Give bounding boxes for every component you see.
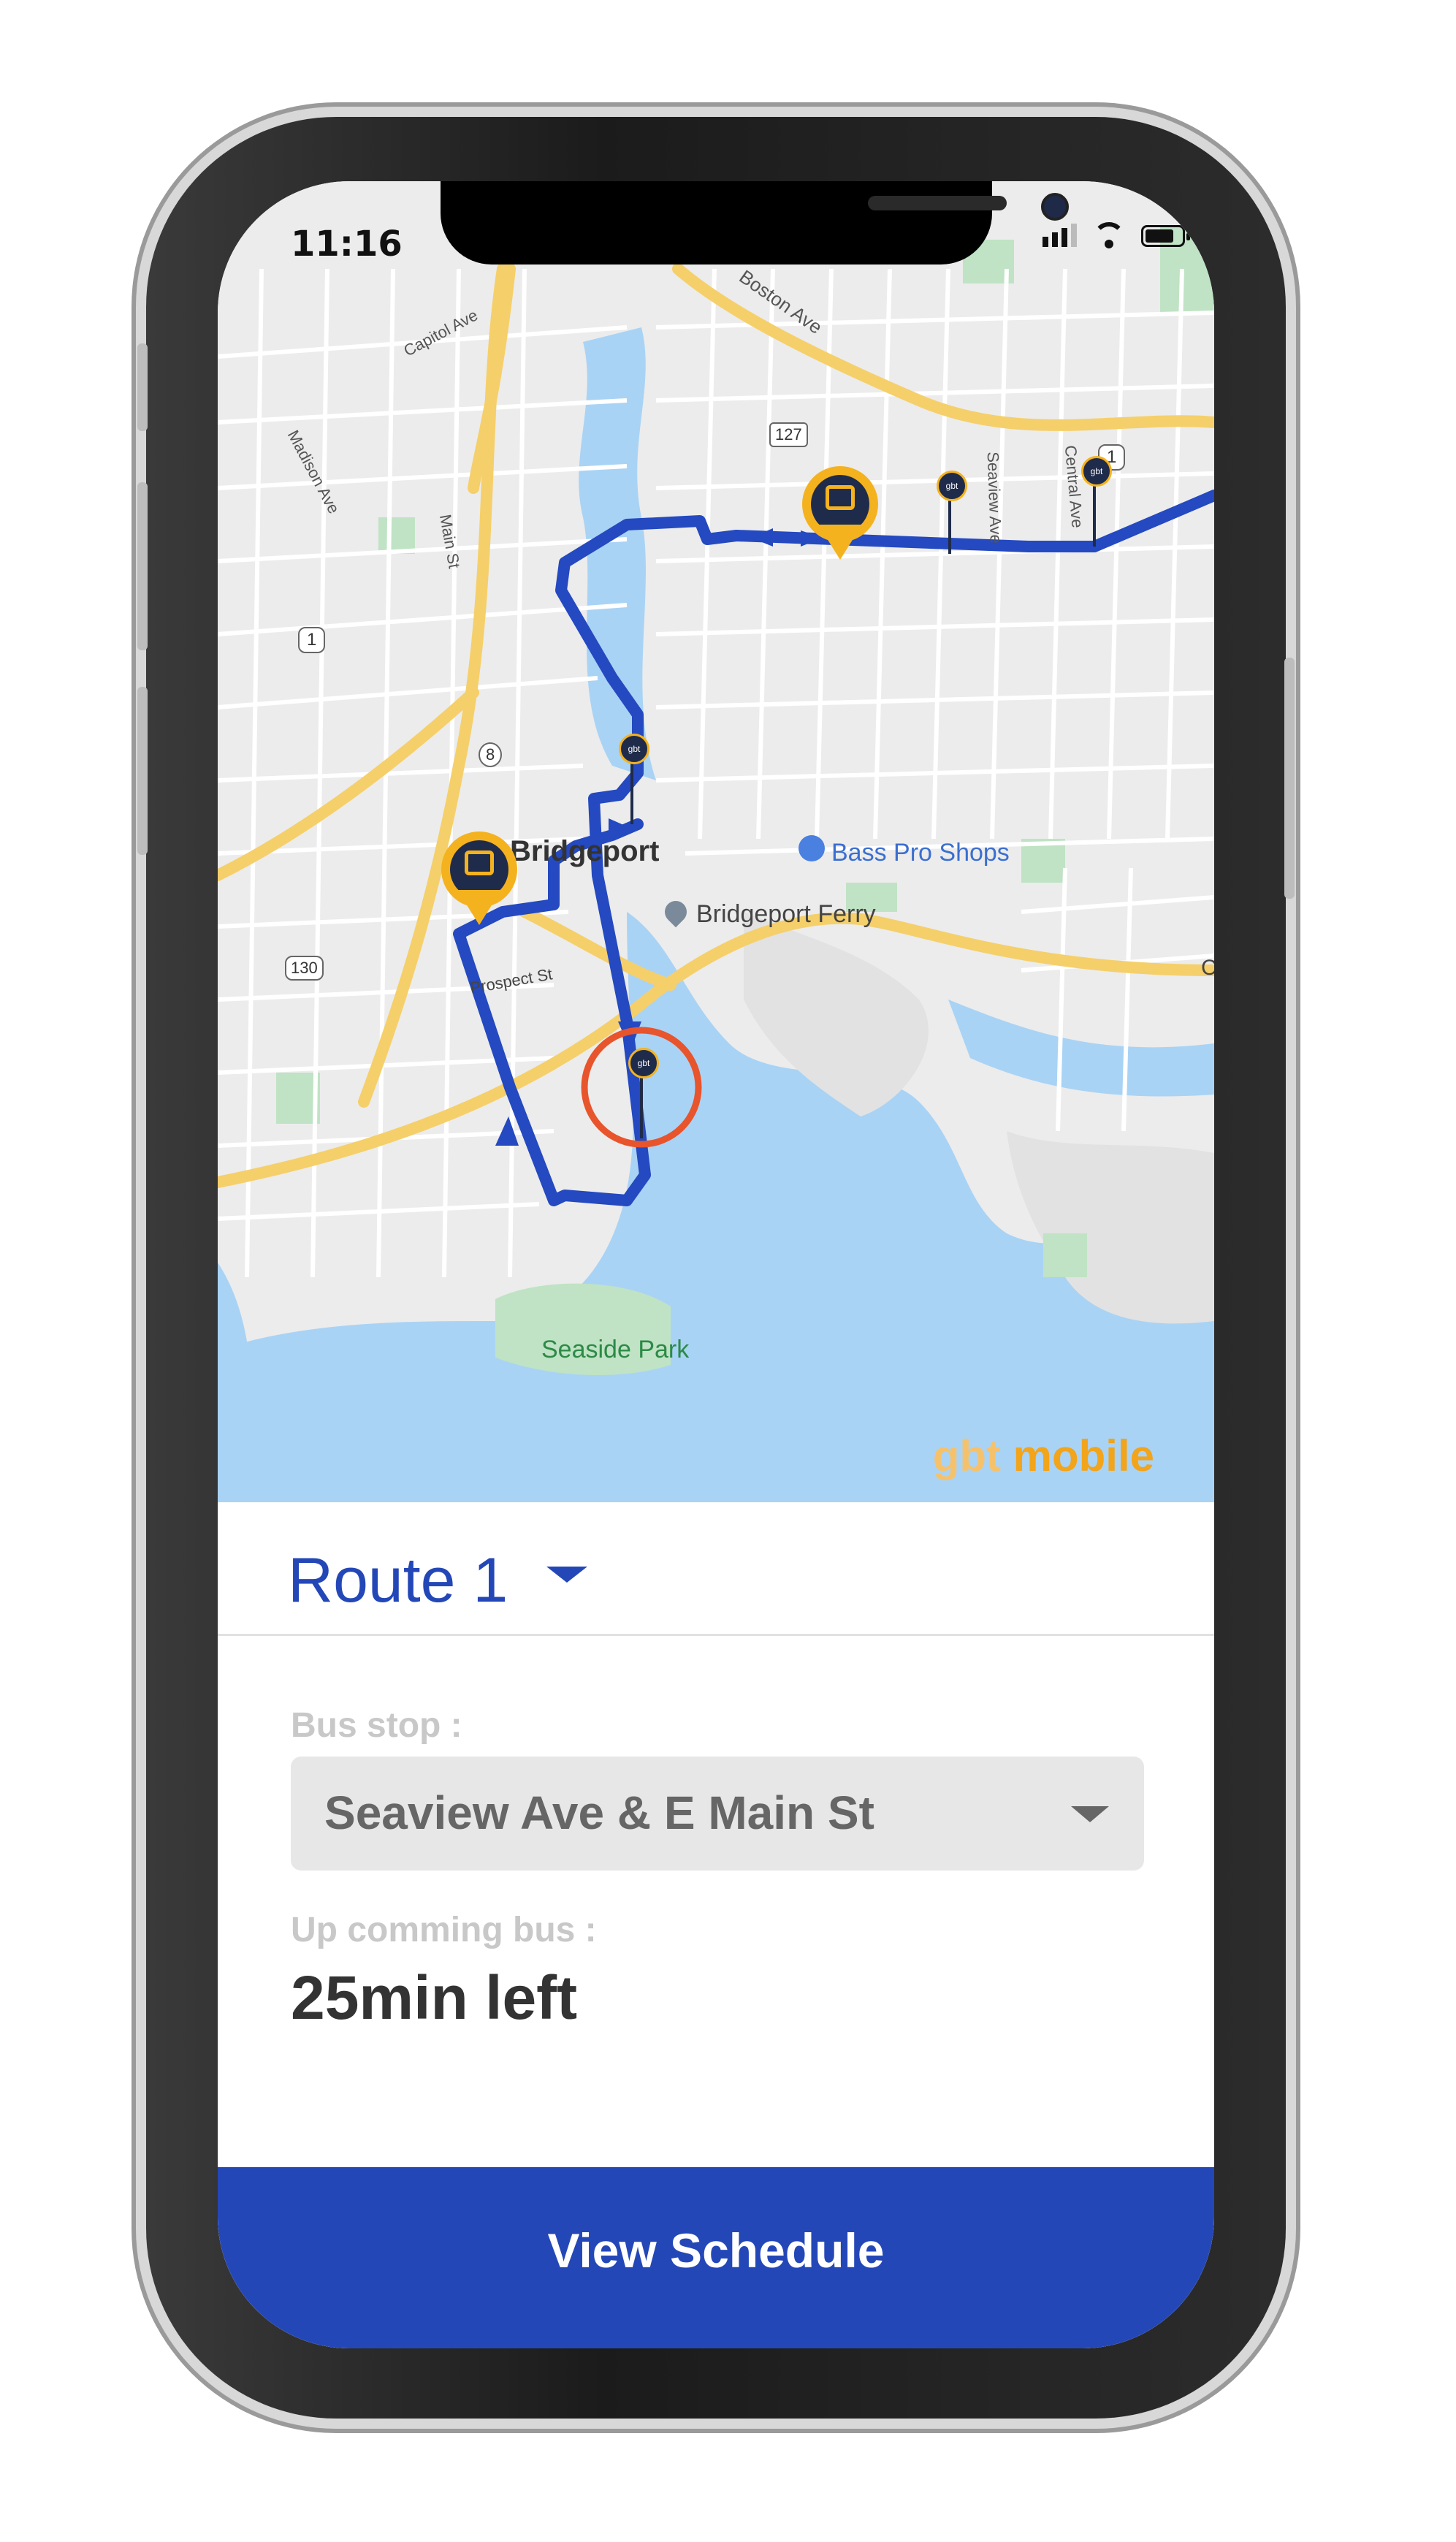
- status-bar: 11:16: [218, 181, 1214, 269]
- divider: [218, 1634, 1214, 1636]
- stop-marker-icon-selected[interactable]: gbt: [628, 1048, 659, 1138]
- map-label-seaview-ave: Seaview Ave: [983, 451, 1005, 544]
- map-label-edge-c: C: [1201, 956, 1214, 980]
- stop-marker-icon[interactable]: gbt: [1081, 456, 1112, 547]
- route-shield-8: 8: [479, 742, 503, 767]
- map-label-bridgeport: Bridgeport: [510, 835, 660, 867]
- wifi-icon: [1093, 222, 1125, 248]
- side-button-silent: [137, 343, 148, 431]
- bus-pin-icon[interactable]: [441, 832, 517, 925]
- stop-marker-label: gbt: [937, 471, 967, 501]
- bus-stop-value: Seaview Ave & E Main St: [324, 1786, 874, 1839]
- status-icons: [1043, 222, 1190, 248]
- route-shield-130: 130: [285, 956, 324, 981]
- stop-marker-icon[interactable]: gbt: [619, 734, 649, 824]
- map-label-seaside-park: Seaside Park: [541, 1336, 690, 1363]
- map-label-bass-pro-shops: Bass Pro Shops: [831, 839, 1010, 867]
- view-schedule-button[interactable]: View Schedule: [218, 2167, 1214, 2348]
- battery-icon: [1141, 225, 1190, 247]
- route-panel: Route 1 Bus stop : Seaview Ave & E Main …: [218, 1502, 1214, 2348]
- map-label-bridgeport-ferry: Bridgeport Ferry: [696, 900, 876, 928]
- front-camera-icon: [1041, 193, 1069, 221]
- bus-stop-label: Bus stop :: [291, 1706, 462, 1745]
- shopping-bag-icon: [798, 835, 825, 861]
- side-button-volume-down: [137, 687, 148, 855]
- route-shield-1-west: 1: [298, 627, 326, 653]
- brand-logo: gbt mobile: [933, 1431, 1154, 1481]
- bus-stop-select[interactable]: Seaview Ave & E Main St: [291, 1757, 1144, 1871]
- upcoming-bus-label: Up comming bus :: [291, 1911, 597, 1949]
- stop-marker-label: gbt: [628, 1048, 659, 1078]
- signal-icon: [1043, 224, 1077, 247]
- dropdown-caret-icon[interactable]: [546, 1567, 587, 1583]
- route-selector[interactable]: Route 1: [218, 1502, 1214, 1634]
- stop-marker-label: gbt: [619, 734, 649, 764]
- map-view[interactable]: Capitol Ave Boston Ave Madison Ave Main …: [218, 181, 1214, 1502]
- dropdown-caret-icon[interactable]: [1071, 1806, 1109, 1822]
- brand-logo-mobile: mobile: [1000, 1431, 1154, 1480]
- stop-marker-label: gbt: [1081, 456, 1112, 487]
- side-button-power: [1284, 658, 1295, 899]
- brand-logo-gbt: gbt: [932, 1431, 1001, 1480]
- map-canvas: [218, 225, 1214, 1502]
- notch: [441, 181, 1069, 265]
- side-button-volume-up: [137, 482, 148, 650]
- speaker-grille: [868, 196, 1007, 210]
- route-shield-127: 127: [769, 422, 808, 447]
- status-time: 11:16: [291, 224, 403, 265]
- stop-marker-icon[interactable]: gbt: [937, 471, 967, 554]
- route-title[interactable]: Route 1: [288, 1545, 508, 1617]
- phone-screen: Capitol Ave Boston Ave Madison Ave Main …: [218, 181, 1214, 2348]
- view-schedule-label: View Schedule: [547, 2223, 885, 2277]
- bus-pin-icon[interactable]: [802, 466, 878, 560]
- eta-value: 25min left: [291, 1963, 578, 2032]
